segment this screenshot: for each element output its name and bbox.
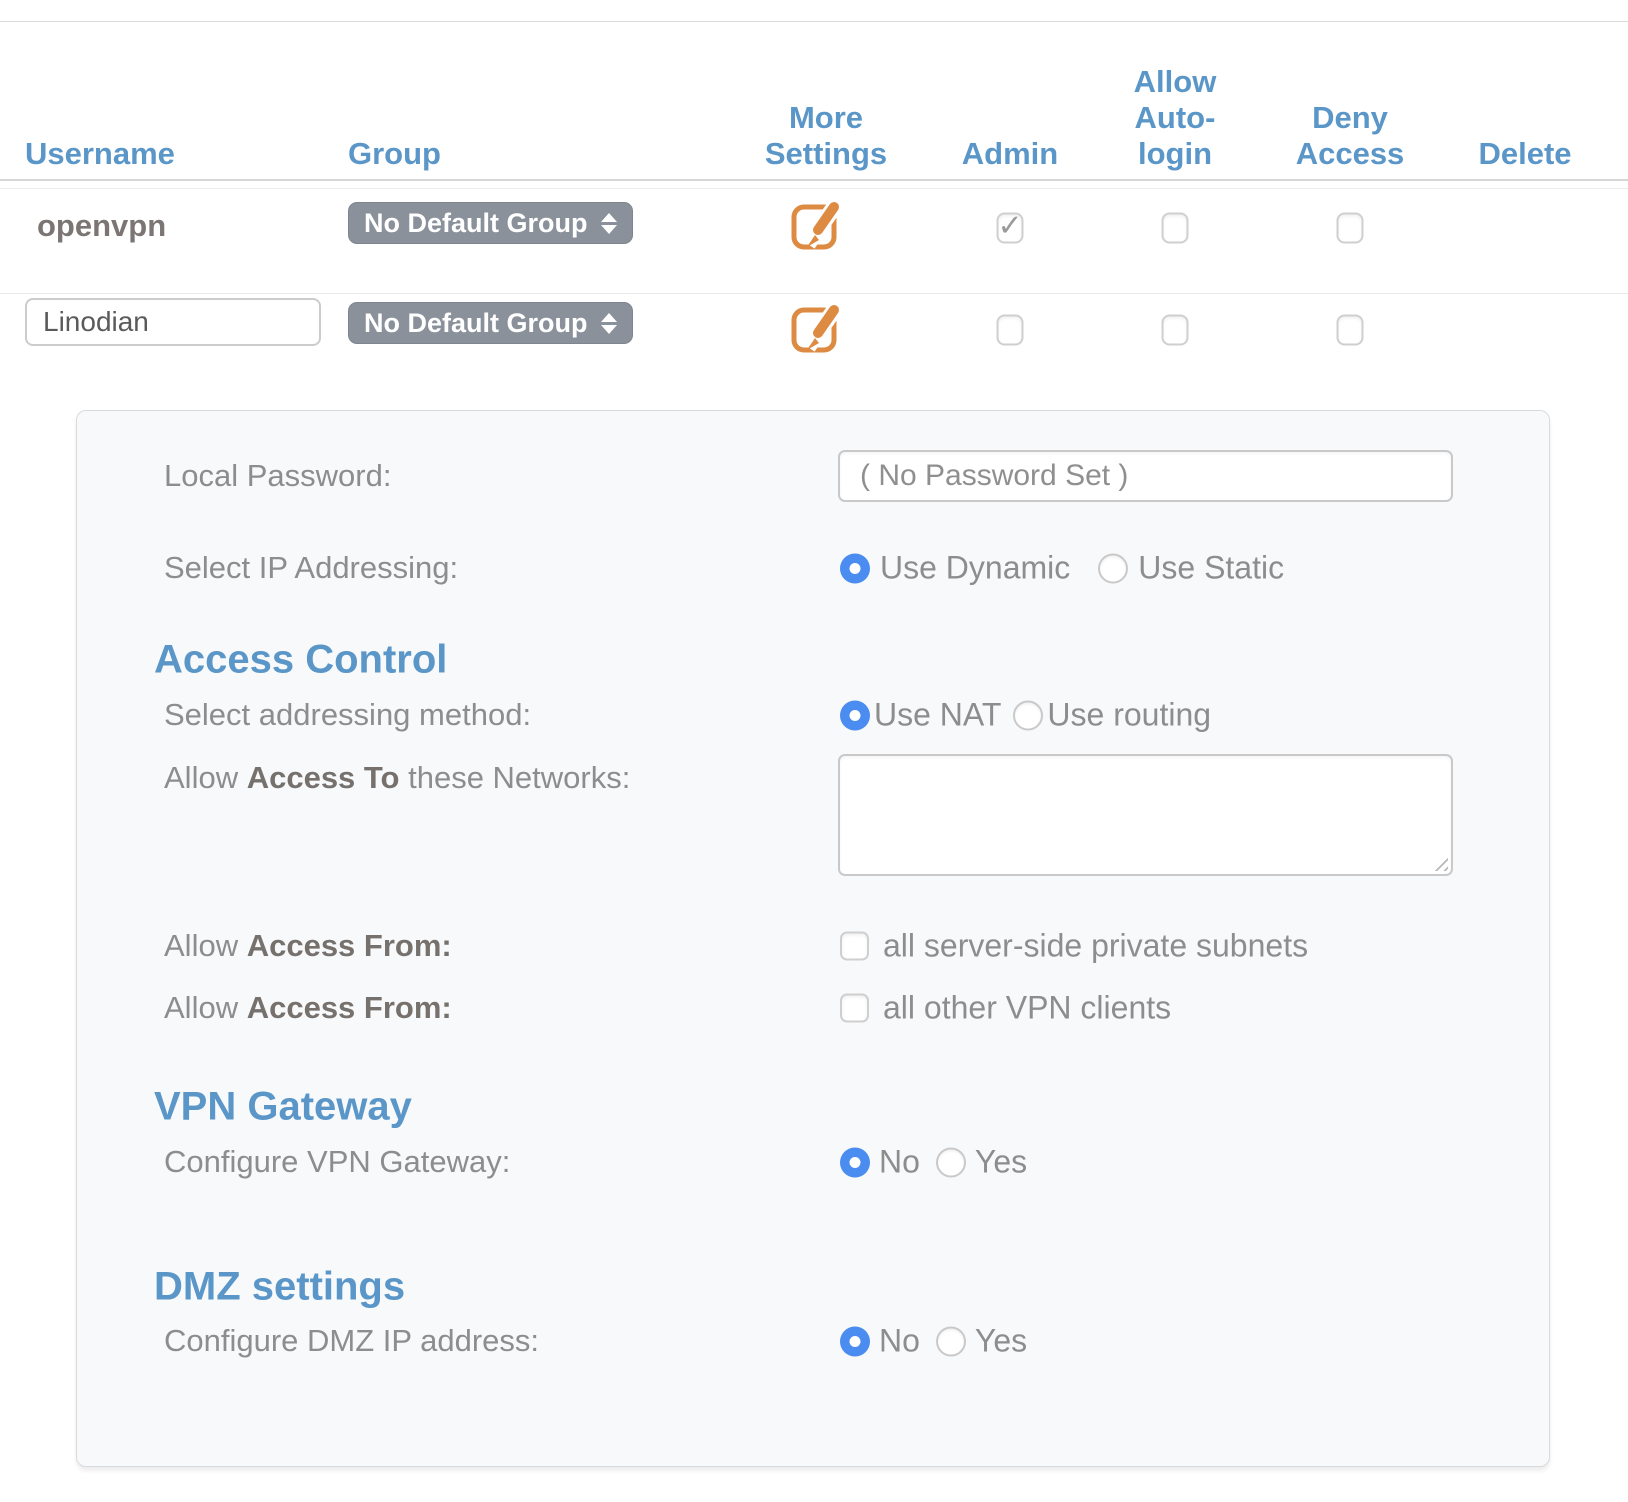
column-header-group: Group [348, 136, 441, 172]
local-password-label: Local Password: [164, 458, 391, 494]
admin-checkbox[interactable] [997, 315, 1024, 346]
select-arrows-icon [601, 213, 617, 234]
ip-addressing-radio-group: Use Dynamic Use Static [840, 550, 1284, 587]
dmz-radio-group: No Yes [840, 1323, 1027, 1360]
use-nat-label: Use NAT [874, 697, 1001, 734]
vpn-gateway-no-radio[interactable] [840, 1147, 870, 1177]
use-routing-label: Use routing [1047, 697, 1211, 734]
dmz-yes-radio[interactable] [936, 1326, 966, 1356]
column-header-deny-access: Deny Access [1296, 100, 1405, 172]
other-vpn-clients-label: all other VPN clients [883, 990, 1171, 1027]
label-text-bold: Access From: [247, 928, 452, 963]
configure-dmz-label: Configure DMZ IP address: [164, 1323, 539, 1359]
vpn-gateway-no-label: No [879, 1144, 920, 1181]
edit-pencil-icon [790, 194, 842, 252]
header-divider-2 [0, 188, 1628, 189]
label-text-bold: Access To [247, 760, 400, 795]
allow-autologin-checkbox[interactable] [1162, 213, 1189, 244]
header-divider [0, 179, 1628, 181]
allow-autologin-checkbox[interactable] [1162, 315, 1189, 346]
group-select[interactable]: No Default Group [348, 202, 633, 244]
ip-addressing-label: Select IP Addressing: [164, 550, 458, 586]
use-static-label: Use Static [1138, 550, 1284, 587]
column-header-allow-autologin: Allow Auto- login [1134, 64, 1217, 172]
access-from-subnets-row: all server-side private subnets [840, 928, 1308, 965]
column-header-username: Username [25, 136, 175, 172]
use-nat-radio[interactable] [840, 700, 870, 730]
group-select-value: No Default Group [364, 308, 588, 339]
checkmark-icon: ✓ [997, 212, 1022, 242]
vpn-gateway-radio-group: No Yes [840, 1144, 1027, 1181]
dmz-yes-label: Yes [975, 1323, 1027, 1360]
vpn-gateway-yes-radio[interactable] [936, 1147, 966, 1177]
deny-access-checkbox[interactable] [1337, 213, 1364, 244]
admin-checkbox[interactable]: ✓ [997, 213, 1024, 244]
access-from-label: Allow Access From: [164, 928, 452, 964]
column-header-admin: Admin [962, 136, 1058, 172]
addressing-method-radio-group: Use NAT Use routing [840, 697, 1211, 734]
access-from-label: Allow Access From: [164, 990, 452, 1026]
label-text: Allow [164, 760, 247, 795]
select-arrows-icon [601, 313, 617, 334]
row-divider [0, 293, 1628, 294]
addressing-method-label: Select addressing method: [164, 697, 531, 733]
other-vpn-clients-checkbox[interactable] [840, 994, 869, 1023]
more-settings-edit-button[interactable] [790, 194, 842, 252]
access-from-clients-row: all other VPN clients [840, 990, 1171, 1027]
access-networks-field [838, 754, 1453, 876]
more-settings-edit-button[interactable] [790, 297, 842, 355]
access-control-heading: Access Control [154, 638, 447, 683]
vpn-gateway-heading: VPN Gateway [154, 1085, 412, 1130]
server-side-subnets-label: all server-side private subnets [883, 928, 1308, 965]
top-divider [0, 21, 1628, 22]
access-to-networks-label: Allow Access To these Networks: [164, 760, 630, 796]
use-static-radio[interactable] [1098, 553, 1128, 583]
username-label: openvpn [37, 208, 166, 244]
edit-pencil-icon [790, 297, 842, 355]
access-networks-textarea[interactable] [838, 754, 1453, 876]
column-header-delete: Delete [1478, 136, 1571, 172]
dmz-no-label: No [879, 1323, 920, 1360]
local-password-input[interactable] [838, 450, 1453, 502]
user-permissions-page: Username Group More Settings Admin Allow… [0, 0, 1628, 1502]
label-text: Allow [164, 990, 247, 1025]
group-select[interactable]: No Default Group [348, 302, 633, 344]
new-username-input[interactable] [25, 298, 321, 346]
dmz-no-radio[interactable] [840, 1326, 870, 1356]
use-dynamic-label: Use Dynamic [880, 550, 1070, 587]
use-routing-radio[interactable] [1013, 700, 1043, 730]
label-text-bold: Access From: [247, 990, 452, 1025]
vpn-gateway-yes-label: Yes [975, 1144, 1027, 1181]
group-select-value: No Default Group [364, 208, 588, 239]
use-dynamic-radio[interactable] [840, 553, 870, 583]
label-text: these Networks: [399, 760, 630, 795]
dmz-settings-heading: DMZ settings [154, 1265, 405, 1310]
label-text: Allow [164, 928, 247, 963]
deny-access-checkbox[interactable] [1337, 315, 1364, 346]
column-header-more-settings: More Settings [765, 100, 887, 172]
server-side-subnets-checkbox[interactable] [840, 932, 869, 961]
configure-vpn-gateway-label: Configure VPN Gateway: [164, 1144, 510, 1180]
